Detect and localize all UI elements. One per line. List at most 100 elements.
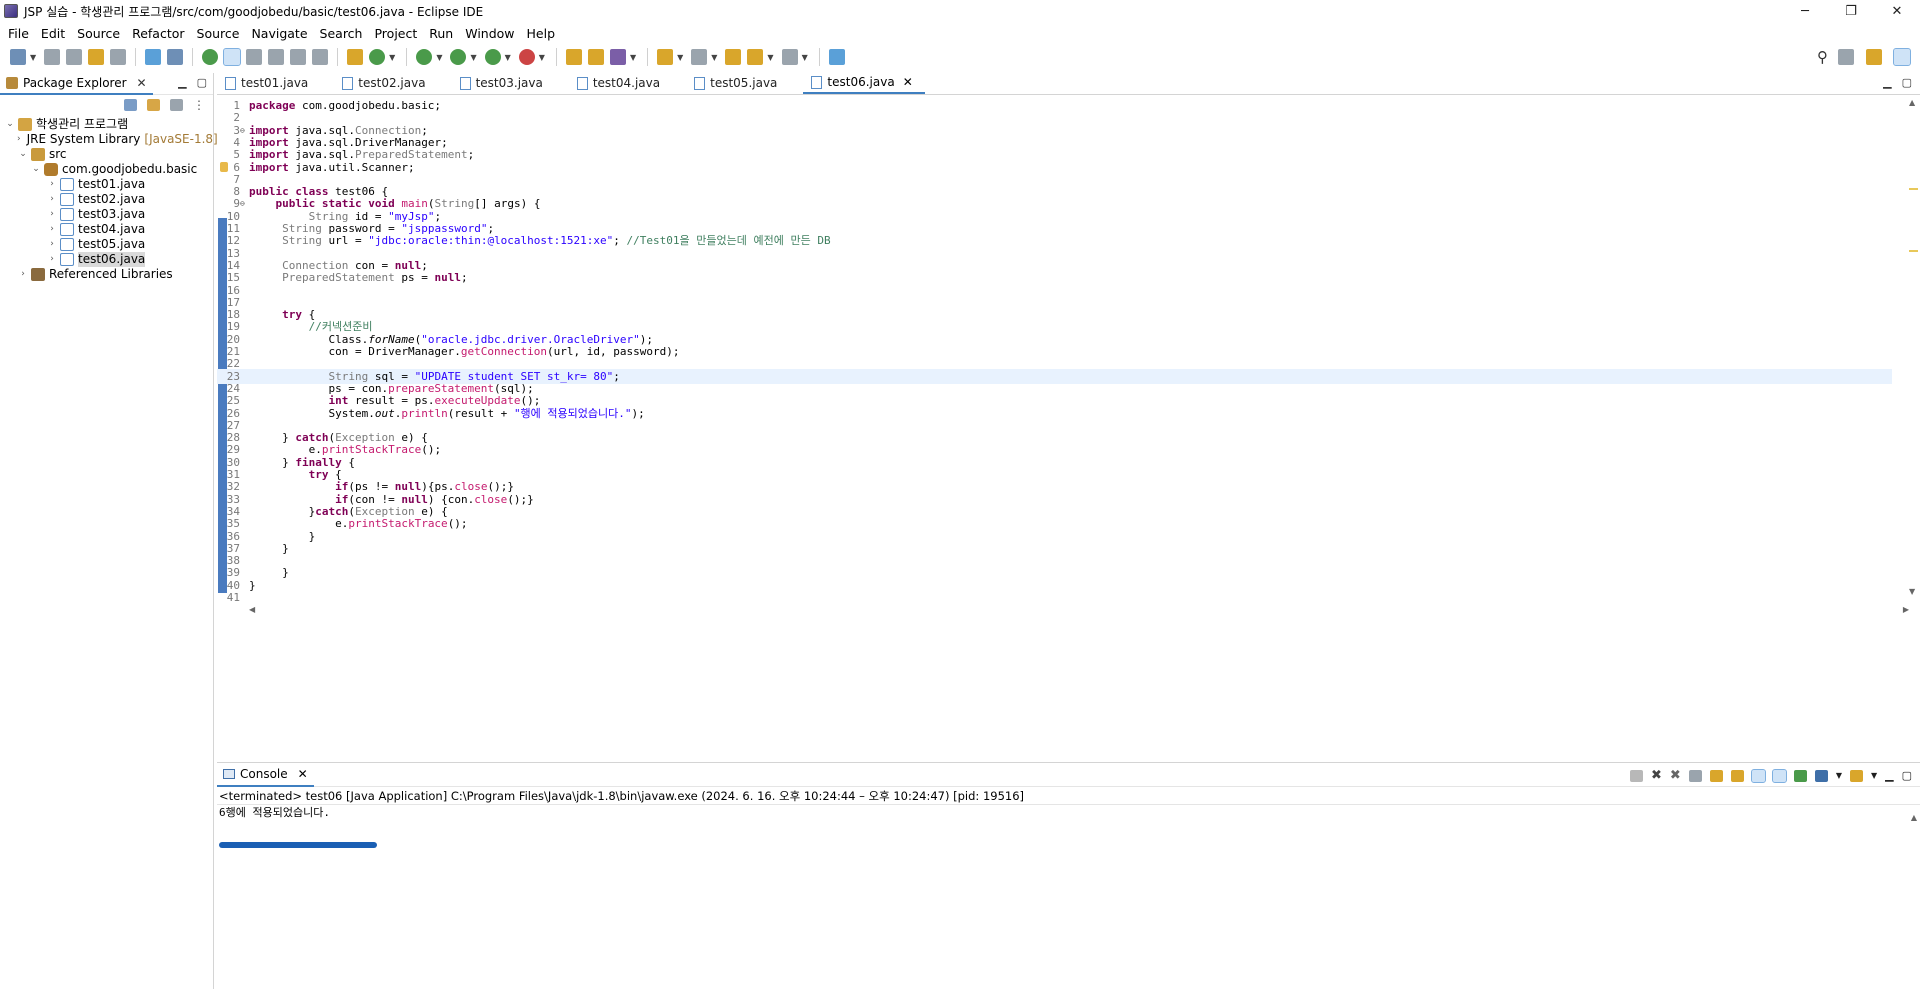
tree-item-file[interactable]: › test05.java: [0, 237, 213, 252]
prev-annotation-icon[interactable]: [691, 49, 708, 65]
menu-file[interactable]: File: [4, 26, 37, 41]
view-menu-icon[interactable]: ⋮: [193, 98, 205, 112]
chevron-down-icon[interactable]: ▼: [1871, 771, 1877, 780]
chevron-down-icon[interactable]: ▼: [1836, 771, 1842, 780]
redo-icon[interactable]: [110, 49, 127, 65]
code-area[interactable]: 1 package com.goodjobedu.basic; 2 3 ⊖ import …: [217, 98, 1920, 604]
pin-editor-icon[interactable]: [828, 49, 845, 65]
task-dropdown-icon[interactable]: ▼: [630, 53, 636, 62]
open-perspective-icon[interactable]: [1838, 49, 1854, 65]
tab-test04[interactable]: test04.java: [569, 72, 672, 94]
tree-item-file[interactable]: › test01.java: [0, 177, 213, 192]
tree-item-package[interactable]: ⌄ com.goodjobedu.basic: [0, 162, 213, 177]
next-annotation-icon[interactable]: [657, 49, 674, 65]
collapse-all-icon[interactable]: [124, 99, 137, 111]
run-icon[interactable]: [450, 49, 467, 65]
vertical-scrollbar[interactable]: ▲ ▼: [1906, 98, 1920, 598]
chevron-right-icon[interactable]: ›: [46, 207, 58, 222]
toggle-mark-icon[interactable]: [202, 49, 219, 65]
terminate-icon[interactable]: [1630, 769, 1643, 782]
save-icon[interactable]: [44, 49, 61, 65]
horizontal-scrollbar[interactable]: ◀ ▶: [249, 605, 1909, 617]
skip-breakpoints-icon[interactable]: [167, 49, 184, 65]
scroll-down-icon[interactable]: ▼: [1909, 587, 1915, 596]
remove-launch-icon[interactable]: ✖: [1651, 768, 1662, 783]
open-console-icon[interactable]: [1849, 769, 1863, 782]
tab-test05[interactable]: test05.java: [686, 72, 789, 94]
open-task-icon[interactable]: [609, 49, 626, 65]
close-icon[interactable]: ✕: [298, 767, 308, 781]
external-tools-icon[interactable]: [518, 49, 535, 65]
console-tab[interactable]: Console ✕: [217, 763, 314, 787]
filter-icon[interactable]: [170, 99, 183, 111]
new-package-icon[interactable]: [565, 49, 582, 65]
scroll-up-icon[interactable]: ▲: [1909, 98, 1915, 107]
debug-dropdown-icon[interactable]: ▼: [436, 53, 442, 62]
scroll-up-icon[interactable]: ▲: [1911, 813, 1917, 822]
coverage-dropdown-icon[interactable]: ▼: [505, 53, 511, 62]
menu-edit[interactable]: Edit: [37, 26, 73, 41]
new-dropdown-icon[interactable]: ▼: [30, 53, 36, 62]
menu-search[interactable]: Search: [316, 26, 371, 41]
show-whitespace-icon[interactable]: [290, 49, 307, 65]
chevron-right-icon[interactable]: ›: [46, 177, 58, 192]
last-edit-icon[interactable]: [725, 49, 742, 65]
chevron-down-icon[interactable]: ⌄: [17, 147, 29, 162]
refresh-icon[interactable]: [369, 49, 386, 65]
prev-annotation-dropdown-icon[interactable]: ▼: [711, 53, 717, 62]
close-icon[interactable]: ✕: [903, 75, 913, 89]
console-output[interactable]: 6행에 적용되었습니다.: [217, 805, 1920, 821]
forward-icon[interactable]: [781, 49, 798, 65]
tree-item-file[interactable]: › test03.java: [0, 207, 213, 222]
block-selection-icon[interactable]: [246, 49, 263, 65]
chevron-down-icon[interactable]: ⌄: [4, 117, 16, 132]
menu-run[interactable]: Run: [425, 26, 461, 41]
maximize-view-icon[interactable]: ▢: [1902, 76, 1912, 89]
remove-all-icon[interactable]: ✖: [1670, 768, 1681, 783]
grid-icon[interactable]: [347, 49, 364, 65]
tab-test06[interactable]: test06.java ✕: [803, 72, 925, 94]
java-ee-perspective-icon[interactable]: [1866, 49, 1882, 65]
chevron-right-icon[interactable]: ›: [17, 132, 21, 147]
chevron-down-icon[interactable]: ⌄: [30, 162, 42, 177]
back-dropdown-icon[interactable]: ▼: [767, 53, 773, 62]
link-with-editor-icon[interactable]: [147, 99, 160, 111]
new-icon[interactable]: [10, 49, 26, 65]
open-type-icon[interactable]: [587, 49, 604, 65]
minimize-button[interactable]: ─: [1782, 0, 1828, 22]
show-on-stdout-icon[interactable]: [1750, 768, 1766, 783]
back-icon[interactable]: [747, 49, 764, 65]
word-wrap-icon[interactable]: [1730, 769, 1744, 782]
maximize-view-icon[interactable]: ▢: [1902, 769, 1912, 782]
code-line[interactable]: 41: [217, 590, 1892, 605]
chevron-right-icon[interactable]: ›: [46, 237, 58, 252]
minimize-view-icon[interactable]: ▁: [1883, 76, 1891, 89]
tree-item-project[interactable]: ⌄ 학생관리 프로그램: [0, 117, 213, 132]
tree-item-referenced-libraries[interactable]: › Referenced Libraries: [0, 267, 213, 282]
show-on-stderr-icon[interactable]: [1771, 768, 1787, 783]
highlight-icon[interactable]: [223, 48, 242, 66]
menu-window[interactable]: Window: [461, 26, 522, 41]
tree-item-file[interactable]: › test02.java: [0, 192, 213, 207]
tree-item-jre[interactable]: › JRE System Library [JavaSE-1.8]: [0, 132, 218, 147]
minimize-view-icon[interactable]: ▁: [1885, 769, 1893, 782]
menu-source[interactable]: Source: [73, 26, 128, 41]
external-tools-dropdown-icon[interactable]: ▼: [539, 53, 545, 62]
close-button[interactable]: ✕: [1874, 0, 1920, 22]
scroll-left-icon[interactable]: ◀: [249, 605, 255, 614]
forward-dropdown-icon[interactable]: ▼: [802, 53, 808, 62]
pilcrow-icon[interactable]: [312, 49, 329, 65]
scroll-lock-icon[interactable]: [1709, 769, 1723, 782]
menu-navigate[interactable]: Navigate: [247, 26, 315, 41]
tree-item-file[interactable]: › test04.java: [0, 222, 213, 237]
tab-test03[interactable]: test03.java: [452, 72, 555, 94]
chevron-right-icon[interactable]: ›: [17, 267, 29, 282]
minimize-view-icon[interactable]: ▁: [178, 76, 186, 89]
clear-console-icon[interactable]: [1688, 769, 1702, 782]
search-icon[interactable]: ⚲: [1817, 48, 1828, 66]
overview-marker[interactable]: [1909, 188, 1918, 190]
save-all-icon[interactable]: [66, 49, 83, 65]
package-explorer-tab[interactable]: Package Explorer ✕: [0, 73, 153, 95]
terminal-icon[interactable]: [145, 49, 162, 65]
word-wrap-icon[interactable]: [268, 49, 285, 65]
